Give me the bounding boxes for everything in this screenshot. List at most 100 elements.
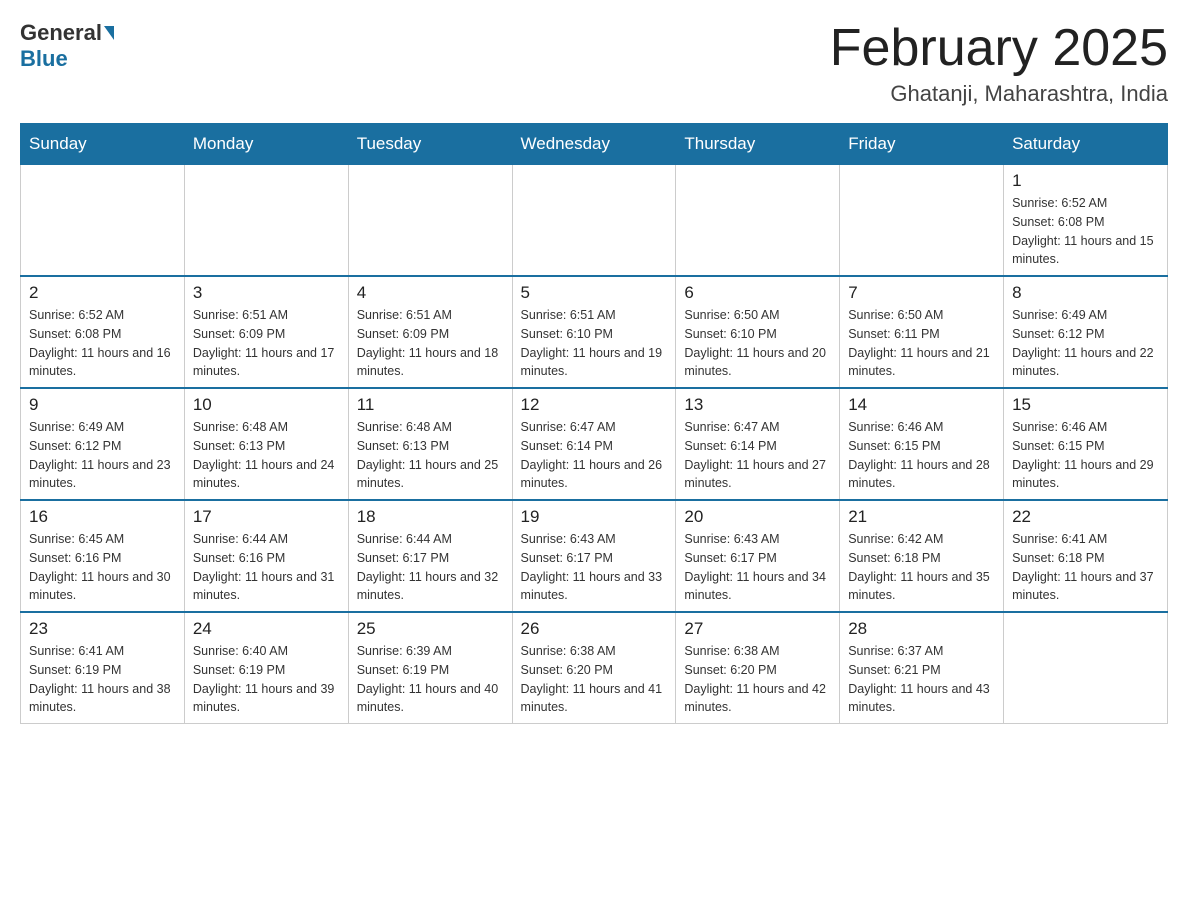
title-section: February 2025 Ghatanji, Maharashtra, Ind… — [830, 20, 1168, 107]
header-saturday: Saturday — [1004, 124, 1168, 165]
day-info: Sunrise: 6:52 AMSunset: 6:08 PMDaylight:… — [29, 306, 176, 381]
day-number: 19 — [521, 507, 668, 527]
calendar-cell: 23 Sunrise: 6:41 AMSunset: 6:19 PMDayligh… — [21, 612, 185, 724]
week-row-4: 16 Sunrise: 6:45 AMSunset: 6:16 PMDayligh… — [21, 500, 1168, 612]
calendar-cell: 18 Sunrise: 6:44 AMSunset: 6:17 PMDayligh… — [348, 500, 512, 612]
calendar-cell: 28 Sunrise: 6:37 AMSunset: 6:21 PMDayligh… — [840, 612, 1004, 724]
day-info: Sunrise: 6:47 AMSunset: 6:14 PMDaylight:… — [521, 418, 668, 493]
header-tuesday: Tuesday — [348, 124, 512, 165]
day-number: 16 — [29, 507, 176, 527]
day-info: Sunrise: 6:48 AMSunset: 6:13 PMDaylight:… — [357, 418, 504, 493]
calendar-cell: 19 Sunrise: 6:43 AMSunset: 6:17 PMDayligh… — [512, 500, 676, 612]
calendar-cell: 13 Sunrise: 6:47 AMSunset: 6:14 PMDayligh… — [676, 388, 840, 500]
day-number: 9 — [29, 395, 176, 415]
calendar-cell: 3 Sunrise: 6:51 AMSunset: 6:09 PMDaylight… — [184, 276, 348, 388]
calendar-cell: 9 Sunrise: 6:49 AMSunset: 6:12 PMDaylight… — [21, 388, 185, 500]
logo-general-text: General — [20, 20, 102, 46]
day-info: Sunrise: 6:51 AMSunset: 6:09 PMDaylight:… — [193, 306, 340, 381]
day-number: 24 — [193, 619, 340, 639]
calendar-cell — [840, 165, 1004, 277]
calendar-cell: 20 Sunrise: 6:43 AMSunset: 6:17 PMDayligh… — [676, 500, 840, 612]
day-number: 3 — [193, 283, 340, 303]
day-number: 28 — [848, 619, 995, 639]
day-info: Sunrise: 6:44 AMSunset: 6:17 PMDaylight:… — [357, 530, 504, 605]
logo: General Blue — [20, 20, 116, 72]
day-info: Sunrise: 6:45 AMSunset: 6:16 PMDaylight:… — [29, 530, 176, 605]
day-info: Sunrise: 6:48 AMSunset: 6:13 PMDaylight:… — [193, 418, 340, 493]
weekday-header-row: Sunday Monday Tuesday Wednesday Thursday… — [21, 124, 1168, 165]
day-info: Sunrise: 6:38 AMSunset: 6:20 PMDaylight:… — [684, 642, 831, 717]
day-number: 10 — [193, 395, 340, 415]
calendar-cell: 24 Sunrise: 6:40 AMSunset: 6:19 PMDayligh… — [184, 612, 348, 724]
day-number: 1 — [1012, 171, 1159, 191]
day-info: Sunrise: 6:51 AMSunset: 6:09 PMDaylight:… — [357, 306, 504, 381]
calendar-cell: 17 Sunrise: 6:44 AMSunset: 6:16 PMDayligh… — [184, 500, 348, 612]
day-number: 26 — [521, 619, 668, 639]
header-sunday: Sunday — [21, 124, 185, 165]
header-monday: Monday — [184, 124, 348, 165]
day-number: 15 — [1012, 395, 1159, 415]
calendar-cell: 1 Sunrise: 6:52 AMSunset: 6:08 PMDaylight… — [1004, 165, 1168, 277]
day-info: Sunrise: 6:46 AMSunset: 6:15 PMDaylight:… — [848, 418, 995, 493]
day-info: Sunrise: 6:49 AMSunset: 6:12 PMDaylight:… — [1012, 306, 1159, 381]
day-number: 11 — [357, 395, 504, 415]
calendar-cell — [21, 165, 185, 277]
day-number: 22 — [1012, 507, 1159, 527]
logo-blue-text: Blue — [20, 46, 68, 72]
calendar-cell: 2 Sunrise: 6:52 AMSunset: 6:08 PMDaylight… — [21, 276, 185, 388]
day-number: 20 — [684, 507, 831, 527]
day-info: Sunrise: 6:49 AMSunset: 6:12 PMDaylight:… — [29, 418, 176, 493]
day-number: 14 — [848, 395, 995, 415]
day-number: 13 — [684, 395, 831, 415]
day-info: Sunrise: 6:41 AMSunset: 6:19 PMDaylight:… — [29, 642, 176, 717]
calendar-cell: 26 Sunrise: 6:38 AMSunset: 6:20 PMDayligh… — [512, 612, 676, 724]
day-info: Sunrise: 6:52 AMSunset: 6:08 PMDaylight:… — [1012, 194, 1159, 269]
calendar-table: Sunday Monday Tuesday Wednesday Thursday… — [20, 123, 1168, 724]
day-info: Sunrise: 6:43 AMSunset: 6:17 PMDaylight:… — [521, 530, 668, 605]
week-row-2: 2 Sunrise: 6:52 AMSunset: 6:08 PMDaylight… — [21, 276, 1168, 388]
day-info: Sunrise: 6:40 AMSunset: 6:19 PMDaylight:… — [193, 642, 340, 717]
day-number: 21 — [848, 507, 995, 527]
day-number: 6 — [684, 283, 831, 303]
calendar-cell: 14 Sunrise: 6:46 AMSunset: 6:15 PMDayligh… — [840, 388, 1004, 500]
calendar-cell: 15 Sunrise: 6:46 AMSunset: 6:15 PMDayligh… — [1004, 388, 1168, 500]
day-number: 27 — [684, 619, 831, 639]
day-info: Sunrise: 6:50 AMSunset: 6:10 PMDaylight:… — [684, 306, 831, 381]
calendar-cell: 16 Sunrise: 6:45 AMSunset: 6:16 PMDayligh… — [21, 500, 185, 612]
day-info: Sunrise: 6:38 AMSunset: 6:20 PMDaylight:… — [521, 642, 668, 717]
week-row-3: 9 Sunrise: 6:49 AMSunset: 6:12 PMDaylight… — [21, 388, 1168, 500]
page-header: General Blue February 2025 Ghatanji, Mah… — [20, 20, 1168, 107]
day-info: Sunrise: 6:43 AMSunset: 6:17 PMDaylight:… — [684, 530, 831, 605]
calendar-cell: 25 Sunrise: 6:39 AMSunset: 6:19 PMDayligh… — [348, 612, 512, 724]
day-info: Sunrise: 6:46 AMSunset: 6:15 PMDaylight:… — [1012, 418, 1159, 493]
day-number: 8 — [1012, 283, 1159, 303]
day-number: 5 — [521, 283, 668, 303]
calendar-cell — [676, 165, 840, 277]
month-title: February 2025 — [830, 20, 1168, 77]
calendar-cell: 21 Sunrise: 6:42 AMSunset: 6:18 PMDayligh… — [840, 500, 1004, 612]
week-row-5: 23 Sunrise: 6:41 AMSunset: 6:19 PMDayligh… — [21, 612, 1168, 724]
day-number: 17 — [193, 507, 340, 527]
day-info: Sunrise: 6:37 AMSunset: 6:21 PMDaylight:… — [848, 642, 995, 717]
day-info: Sunrise: 6:39 AMSunset: 6:19 PMDaylight:… — [357, 642, 504, 717]
calendar-cell: 7Sunrise: 6:50 AMSunset: 6:11 PMDaylight… — [840, 276, 1004, 388]
day-info: Sunrise: 6:41 AMSunset: 6:18 PMDaylight:… — [1012, 530, 1159, 605]
calendar-cell — [348, 165, 512, 277]
day-info: Sunrise: 6:47 AMSunset: 6:14 PMDaylight:… — [684, 418, 831, 493]
day-number: 18 — [357, 507, 504, 527]
calendar-cell: 8 Sunrise: 6:49 AMSunset: 6:12 PMDaylight… — [1004, 276, 1168, 388]
calendar-cell: 5 Sunrise: 6:51 AMSunset: 6:10 PMDaylight… — [512, 276, 676, 388]
header-friday: Friday — [840, 124, 1004, 165]
calendar-cell: 11 Sunrise: 6:48 AMSunset: 6:13 PMDayligh… — [348, 388, 512, 500]
calendar-cell: 22 Sunrise: 6:41 AMSunset: 6:18 PMDayligh… — [1004, 500, 1168, 612]
calendar-cell: 10 Sunrise: 6:48 AMSunset: 6:13 PMDayligh… — [184, 388, 348, 500]
day-number: 23 — [29, 619, 176, 639]
calendar-cell — [512, 165, 676, 277]
day-info: Sunrise: 6:51 AMSunset: 6:10 PMDaylight:… — [521, 306, 668, 381]
day-number: 2 — [29, 283, 176, 303]
calendar-cell: 27 Sunrise: 6:38 AMSunset: 6:20 PMDayligh… — [676, 612, 840, 724]
day-info: Sunrise: 6:44 AMSunset: 6:16 PMDaylight:… — [193, 530, 340, 605]
day-number: 25 — [357, 619, 504, 639]
day-info: Sunrise: 6:42 AMSunset: 6:18 PMDaylight:… — [848, 530, 995, 605]
header-wednesday: Wednesday — [512, 124, 676, 165]
